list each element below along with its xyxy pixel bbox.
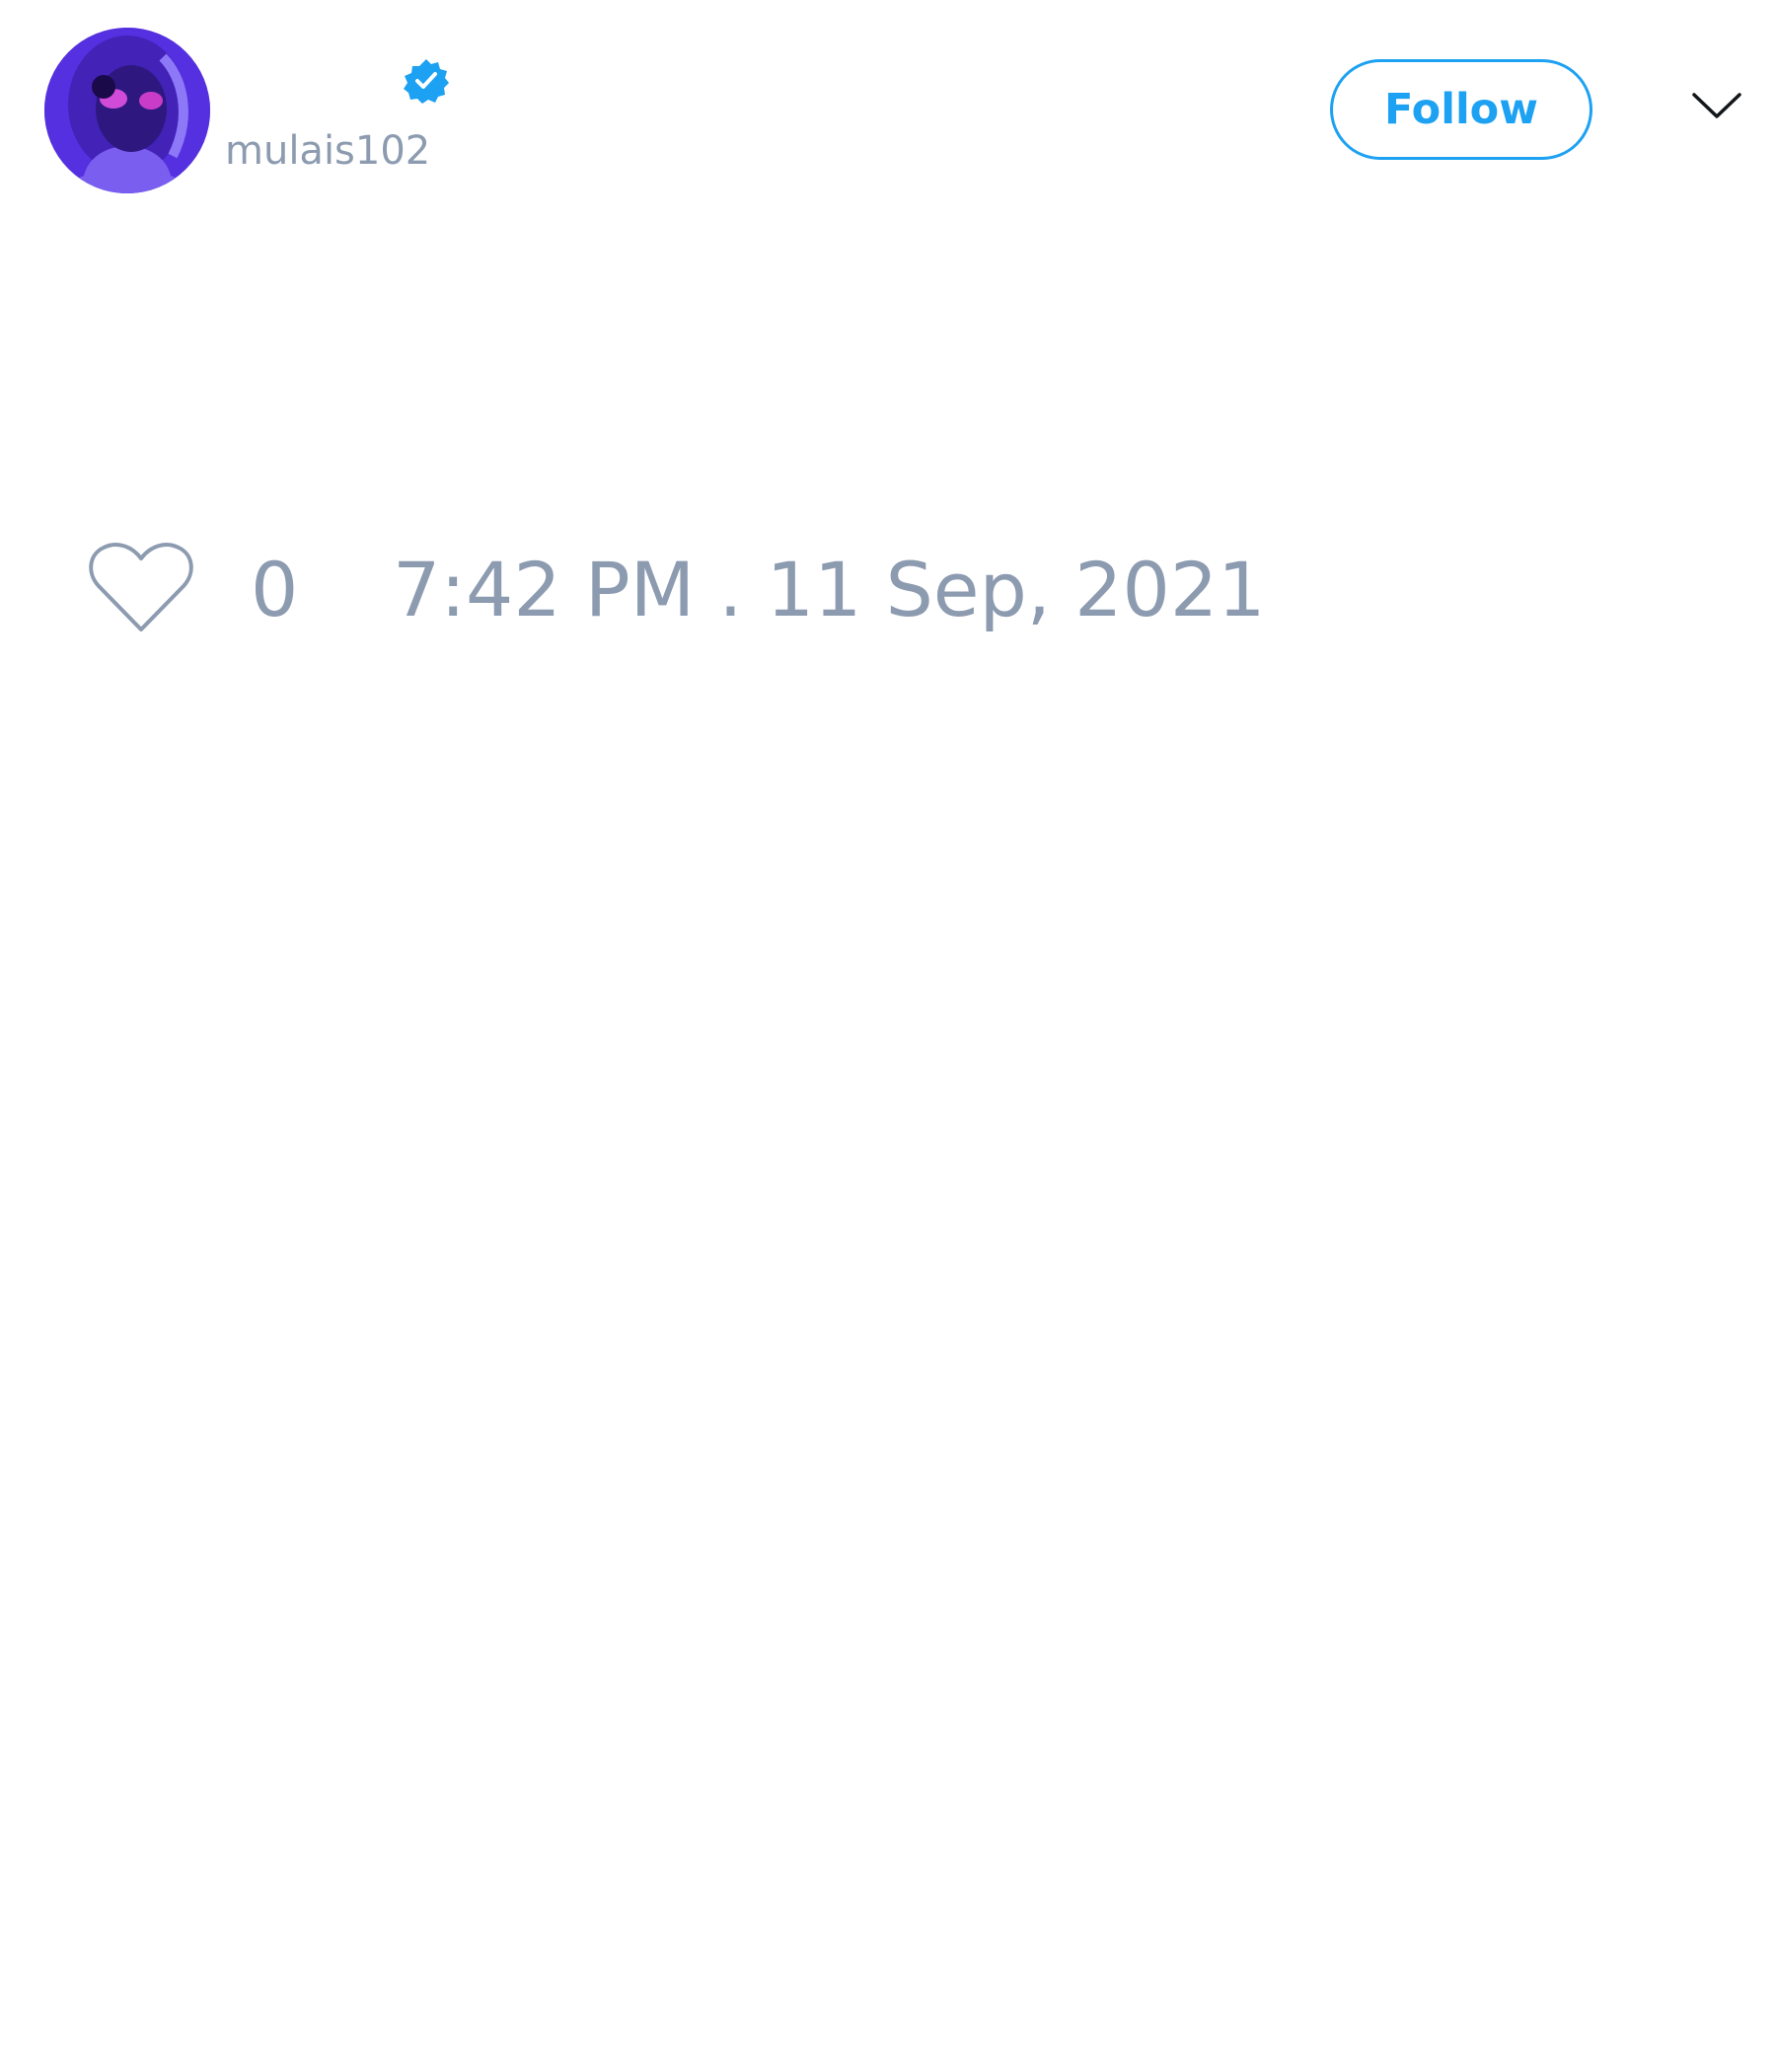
tweet-body <box>0 207 1776 533</box>
tweet-footer: 0 7:42 PM . 11 Sep, 2021 <box>0 533 1776 641</box>
avatar[interactable] <box>44 28 210 193</box>
heart-outline-icon[interactable] <box>87 541 195 635</box>
avatar-photo-icon <box>44 28 210 193</box>
verified-badge-icon <box>404 59 449 104</box>
follow-button[interactable]: Follow <box>1330 59 1592 160</box>
chevron-down-icon[interactable] <box>1691 91 1742 120</box>
tweet-header: mulais102 Follow <box>0 0 1776 207</box>
like-count: 0 <box>251 546 299 633</box>
tweet-timestamp[interactable]: 7:42 PM . 11 Sep, 2021 <box>393 551 1266 629</box>
user-handle[interactable]: mulais102 <box>225 126 430 176</box>
